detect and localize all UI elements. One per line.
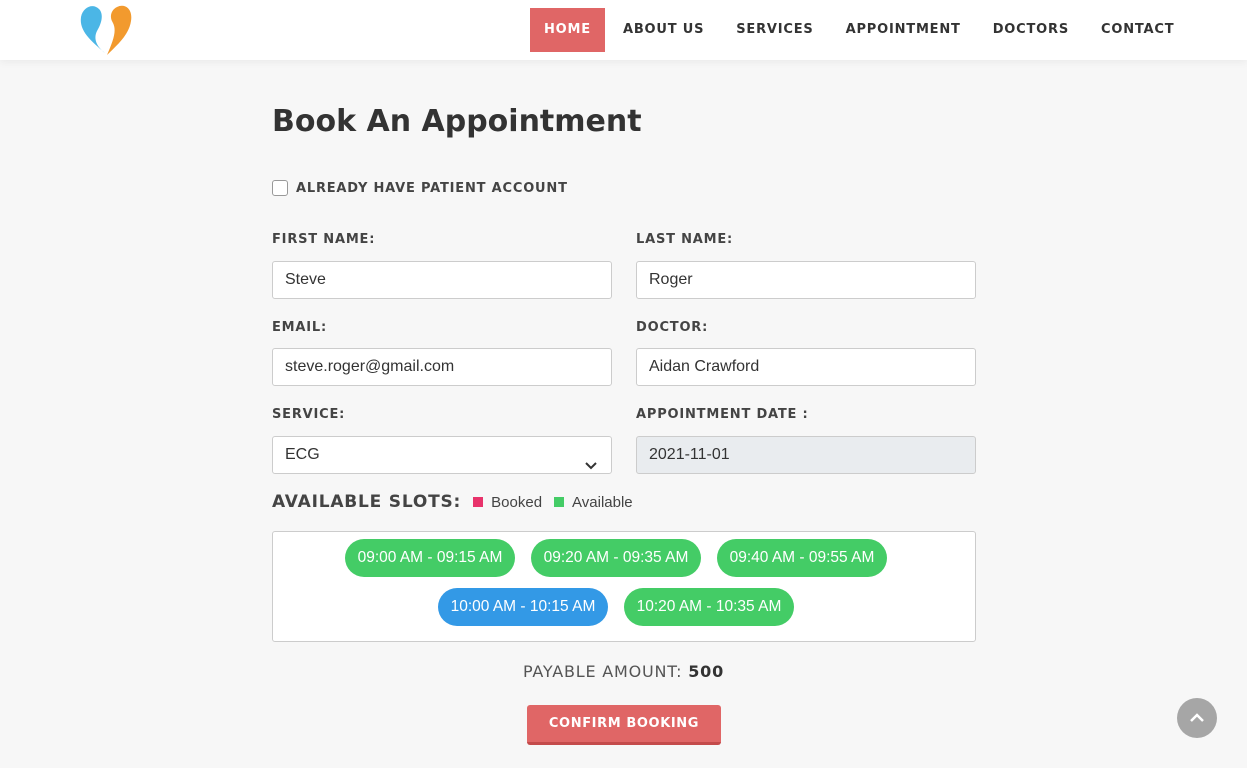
last-name-input[interactable]: Roger xyxy=(636,261,976,299)
existing-account-checkbox[interactable] xyxy=(272,180,288,196)
service-label: SERVICE: xyxy=(272,407,346,422)
slot-button[interactable]: 09:40 AM - 09:55 AM xyxy=(717,539,887,577)
doctor-input[interactable]: Aidan Crawford xyxy=(636,348,976,386)
service-select[interactable]: ECG xyxy=(272,436,612,474)
chevron-up-icon xyxy=(1190,713,1204,722)
chevron-down-icon xyxy=(585,449,597,470)
appointment-date-input[interactable]: 2021-11-01 xyxy=(636,436,976,474)
payable-amount-label: PAYABLE AMOUNT: xyxy=(522,662,683,681)
confirm-booking-button[interactable]: CONFIRM BOOKING xyxy=(527,705,721,745)
slot-button[interactable]: 09:00 AM - 09:15 AM xyxy=(345,539,515,577)
main-nav: HOME ABOUT US SERVICES APPOINTMENT DOCTO… xyxy=(530,8,1192,52)
slots-title: AVAILABLE SLOTS: xyxy=(272,492,462,512)
existing-account-label[interactable]: ALREADY HAVE PATIENT ACCOUNT xyxy=(296,181,568,196)
booked-legend-swatch xyxy=(473,497,484,507)
nav-home[interactable]: HOME xyxy=(530,8,605,52)
existing-account-row: ALREADY HAVE PATIENT ACCOUNT xyxy=(272,180,568,196)
nav-about-us[interactable]: ABOUT US xyxy=(609,8,718,52)
heart-logo-icon[interactable] xyxy=(77,1,137,57)
slot-button[interactable]: 09:20 AM - 09:35 AM xyxy=(531,539,701,577)
available-legend-swatch xyxy=(554,497,565,507)
scroll-to-top-button[interactable] xyxy=(1177,698,1217,738)
booked-legend-label: Booked xyxy=(491,493,543,511)
slots-header: AVAILABLE SLOTS: Booked Available xyxy=(272,492,645,512)
email-input[interactable]: steve.roger@gmail.com xyxy=(272,348,612,386)
email-label: EMAIL: xyxy=(272,320,327,335)
slot-button[interactable]: 10:20 AM - 10:35 AM xyxy=(624,588,794,626)
payable-amount: PAYABLE AMOUNT: 500 xyxy=(0,662,1247,681)
page-title: Book An Appointment xyxy=(272,104,642,139)
nav-appointment[interactable]: APPOINTMENT xyxy=(832,8,975,52)
nav-contact[interactable]: CONTACT xyxy=(1087,8,1188,52)
first-name-label: FIRST NAME: xyxy=(272,232,376,247)
nav-services[interactable]: SERVICES xyxy=(722,8,827,52)
available-legend-label: Available xyxy=(572,493,633,511)
nav-doctors[interactable]: DOCTORS xyxy=(979,8,1083,52)
doctor-label: DOCTOR: xyxy=(636,320,709,335)
top-navbar: HOME ABOUT US SERVICES APPOINTMENT DOCTO… xyxy=(0,0,1247,60)
appointment-date-label: APPOINTMENT DATE : xyxy=(636,407,809,422)
payable-amount-value: 500 xyxy=(688,662,725,681)
slot-button-selected[interactable]: 10:00 AM - 10:15 AM xyxy=(438,588,608,626)
service-select-value: ECG xyxy=(285,446,320,463)
last-name-label: LAST NAME: xyxy=(636,232,734,247)
first-name-input[interactable]: Steve xyxy=(272,261,612,299)
slots-container: 09:00 AM - 09:15 AM 09:20 AM - 09:35 AM … xyxy=(272,531,976,642)
